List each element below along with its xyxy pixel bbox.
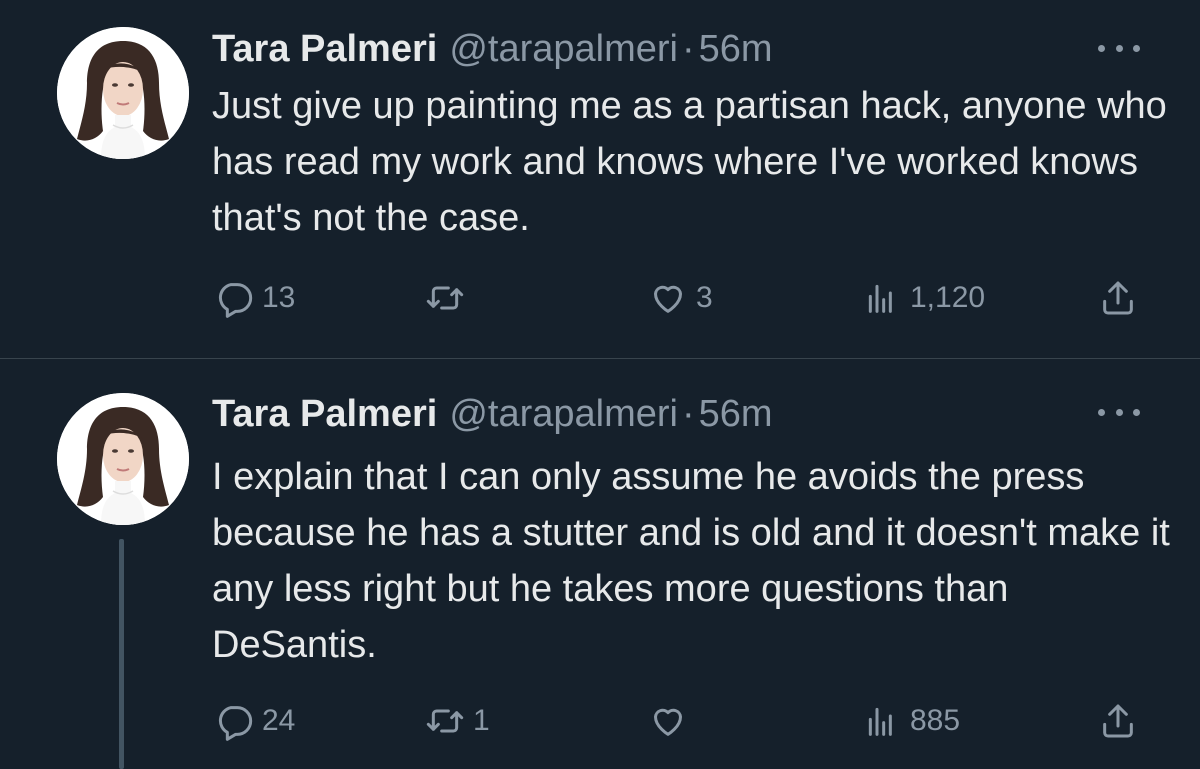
- view-count: 1,120: [910, 281, 986, 314]
- tweet-text: Just give up painting me as a partisan h…: [212, 85, 1167, 239]
- heart-icon: [654, 708, 682, 736]
- avatar[interactable]: [57, 27, 189, 159]
- like-count: 3: [696, 281, 713, 314]
- view-count: 885: [910, 704, 961, 737]
- retweet-icon: [426, 709, 464, 733]
- tweet[interactable]: Tara Palmeri @tarapalmeri · 56m Just give u…: [0, 0, 1200, 359]
- share-icon: [1103, 704, 1133, 738]
- views-button[interactable]: 1,120: [862, 276, 985, 320]
- reply-icon: [218, 283, 253, 318]
- views-button[interactable]: 885: [862, 699, 960, 743]
- retweet-count: 1: [473, 704, 490, 737]
- reply-count: 24: [262, 704, 296, 737]
- author-handle[interactable]: @tarapalmeri: [449, 393, 678, 435]
- share-icon: [1103, 281, 1133, 315]
- share-button[interactable]: [1098, 699, 1138, 743]
- reply-button[interactable]: 13: [214, 276, 295, 320]
- tweet-text: I explain that I can only assume he avoi…: [212, 456, 1170, 666]
- timestamp[interactable]: 56m: [699, 28, 773, 70]
- separator-dot: ·: [681, 28, 695, 70]
- tweet-header: Tara Palmeri @tarapalmeri · 56m: [212, 389, 773, 439]
- share-button[interactable]: [1098, 276, 1138, 320]
- separator-dot: ·: [681, 393, 695, 435]
- views-icon: [868, 284, 892, 313]
- timestamp[interactable]: 56m: [699, 393, 773, 435]
- retweet-button[interactable]: [425, 276, 473, 320]
- reply-button[interactable]: 24: [214, 699, 295, 743]
- author-name[interactable]: Tara Palmeri: [212, 28, 437, 70]
- tweet[interactable]: Tara Palmeri @tarapalmeri · 56m I explain t…: [0, 359, 1200, 769]
- tweet-actions: 24 1 885: [0, 699, 1200, 743]
- author-handle[interactable]: @tarapalmeri: [449, 28, 678, 70]
- avatar[interactable]: [57, 393, 189, 525]
- tweet-actions: 13 3 1,120: [0, 276, 1200, 320]
- views-icon: [868, 707, 892, 736]
- reply-count: 13: [262, 281, 296, 314]
- reply-icon: [218, 706, 253, 741]
- retweet-icon: [426, 286, 464, 310]
- heart-icon: [654, 285, 682, 313]
- more-icon[interactable]: [1098, 38, 1140, 58]
- like-button[interactable]: 3: [648, 276, 713, 320]
- author-name[interactable]: Tara Palmeri: [212, 393, 437, 435]
- like-button[interactable]: [648, 699, 696, 743]
- retweet-button[interactable]: 1: [425, 699, 490, 743]
- tweet-header: Tara Palmeri @tarapalmeri · 56m: [212, 24, 773, 74]
- more-icon[interactable]: [1098, 402, 1140, 422]
